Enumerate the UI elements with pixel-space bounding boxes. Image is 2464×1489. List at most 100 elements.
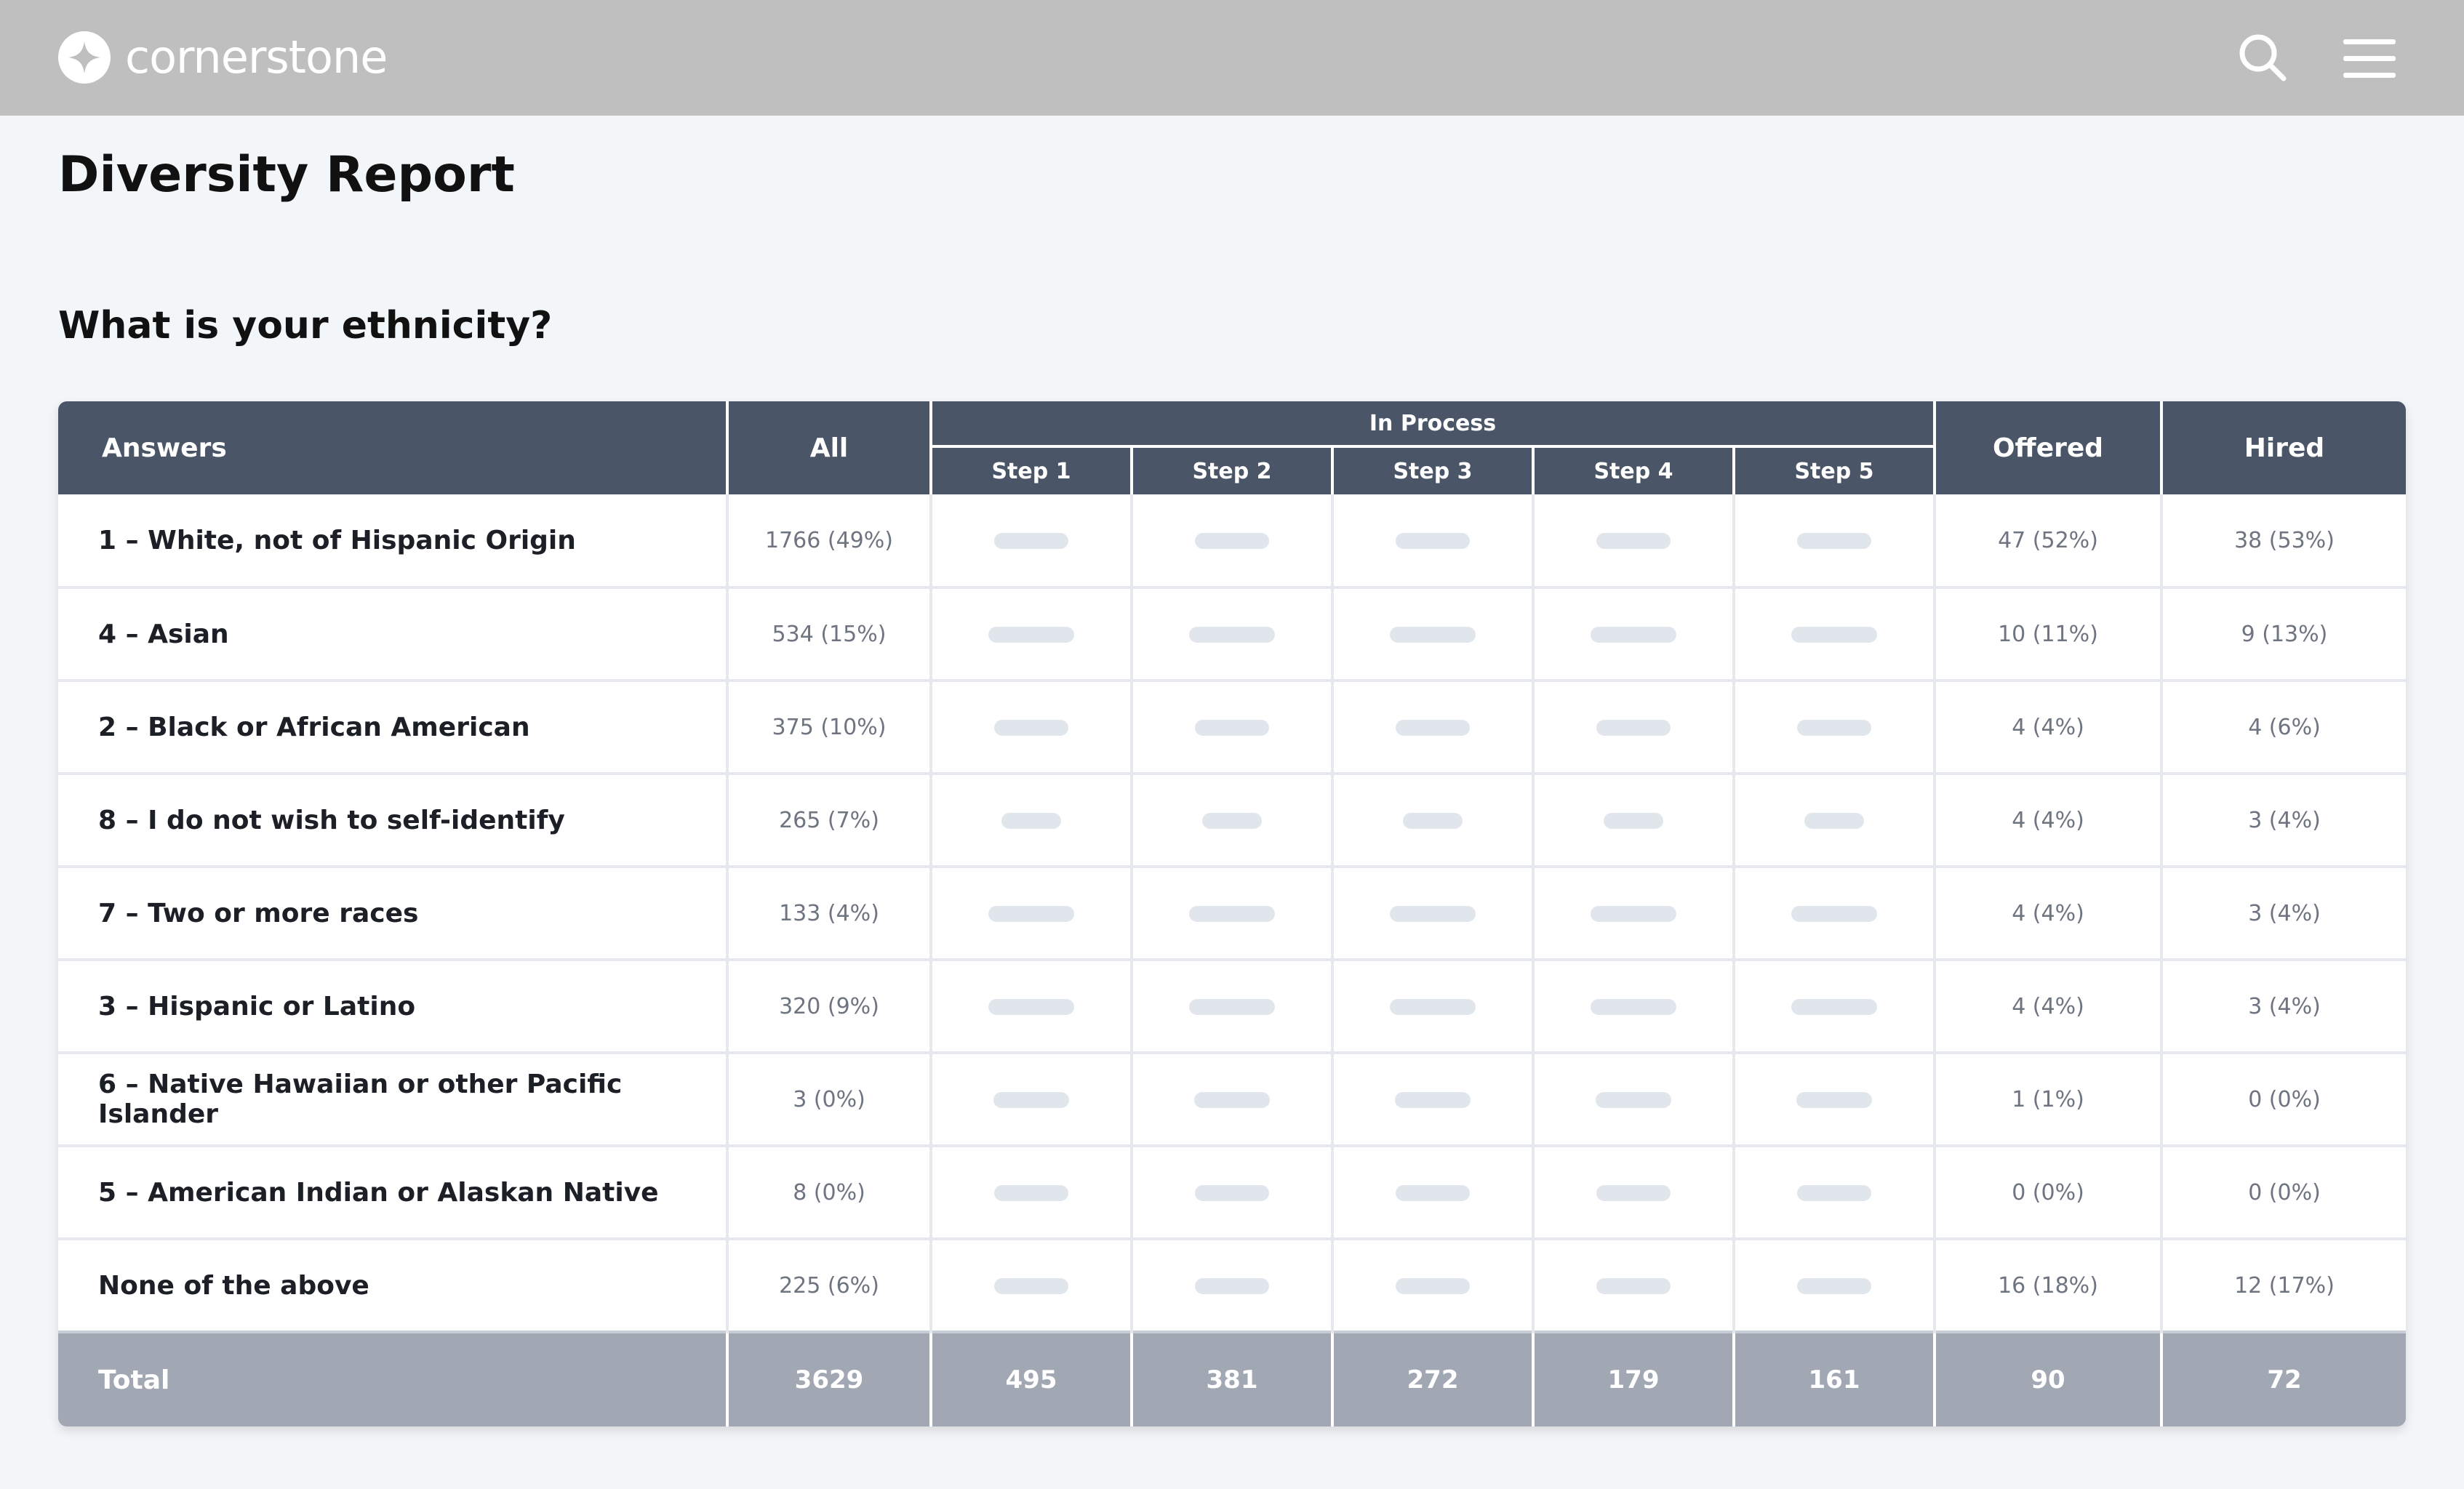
loading-placeholder-bar — [1195, 533, 1269, 549]
step-cell — [1130, 1144, 1332, 1239]
step-cell — [1732, 772, 1935, 867]
offered-cell: 0 (0%) — [1933, 1144, 2161, 1239]
step-cell — [1331, 865, 1533, 960]
top-bar: cornerstone — [0, 0, 2464, 116]
table-row: 2 – Black or African American 375 (10%) … — [58, 679, 2406, 774]
offered-cell: 4 (4%) — [1933, 865, 2161, 960]
loading-placeholder-bar — [1796, 1092, 1872, 1108]
step-cell — [929, 772, 1132, 867]
header-answers: Answers — [58, 401, 727, 494]
loading-placeholder-bar — [1390, 906, 1476, 922]
total-step-2: 381 — [1130, 1331, 1332, 1426]
all-cell: 8 (0%) — [726, 1144, 931, 1239]
table-row: 6 – Native Hawaiian or other Pacific Isl… — [58, 1051, 2406, 1146]
step-cell — [1331, 1051, 1533, 1146]
step-cell — [929, 958, 1132, 1053]
answer-cell: 1 – White, not of Hispanic Origin — [58, 494, 727, 587]
hired-cell: 9 (13%) — [2160, 586, 2406, 681]
loading-placeholder-bar — [1791, 999, 1877, 1015]
page-title: Diversity Report — [58, 146, 515, 204]
header-step-2: Step 2 — [1130, 446, 1332, 494]
step-cell — [1130, 679, 1332, 774]
all-cell: 1766 (49%) — [726, 494, 931, 587]
brand-name: cornerstone — [125, 31, 388, 84]
table-row: None of the above 225 (6%) 16 (18%) 12 (… — [58, 1237, 2406, 1332]
step-cell — [1331, 772, 1533, 867]
hired-cell: 3 (4%) — [2160, 865, 2406, 960]
answer-cell: 8 – I do not wish to self-identify — [58, 772, 727, 867]
search-icon[interactable] — [2234, 29, 2292, 87]
loading-placeholder-bar — [1591, 999, 1676, 1015]
answer-cell: 7 – Two or more races — [58, 865, 727, 960]
step-cell — [1532, 865, 1734, 960]
loading-placeholder-bar — [1195, 1185, 1269, 1201]
offered-cell: 4 (4%) — [1933, 772, 2161, 867]
offered-cell: 4 (4%) — [1933, 679, 2161, 774]
loading-placeholder-bar — [1189, 906, 1275, 922]
loading-placeholder-bar — [1390, 999, 1476, 1015]
hired-cell: 38 (53%) — [2160, 494, 2406, 587]
total-hired: 72 — [2160, 1331, 2406, 1426]
step-cell — [1732, 1237, 1935, 1332]
step-cell — [1532, 958, 1734, 1053]
brand[interactable]: cornerstone — [58, 31, 388, 84]
loading-placeholder-bar — [1189, 627, 1275, 643]
step-cell — [1331, 1144, 1533, 1239]
loading-placeholder-bar — [993, 1092, 1069, 1108]
hamburger-menu-icon[interactable] — [2340, 29, 2399, 87]
loading-placeholder-bar — [994, 1185, 1068, 1201]
loading-placeholder-bar — [1797, 533, 1871, 549]
table-row: 3 – Hispanic or Latino 320 (9%) 4 (4%) 3… — [58, 958, 2406, 1053]
table-row: 4 – Asian 534 (15%) 10 (11%) 9 (13%) — [58, 586, 2406, 681]
table-row: 8 – I do not wish to self-identify 265 (… — [58, 772, 2406, 867]
all-cell: 225 (6%) — [726, 1237, 931, 1332]
loading-placeholder-bar — [1395, 1092, 1471, 1108]
all-cell: 534 (15%) — [726, 586, 931, 681]
question-heading: What is your ethnicity? — [58, 304, 553, 348]
all-cell: 320 (9%) — [726, 958, 931, 1053]
table-row: 1 – White, not of Hispanic Origin 1766 (… — [58, 494, 2406, 587]
step-cell — [1130, 494, 1332, 587]
step-cell — [1130, 1051, 1332, 1146]
loading-placeholder-bar — [1797, 1278, 1871, 1294]
hired-cell: 12 (17%) — [2160, 1237, 2406, 1332]
header-step-5: Step 5 — [1732, 446, 1935, 494]
loading-placeholder-bar — [1403, 813, 1463, 829]
loading-placeholder-bar — [1797, 720, 1871, 736]
loading-placeholder-bar — [1596, 1092, 1671, 1108]
step-cell — [1732, 865, 1935, 960]
header-step-3: Step 3 — [1331, 446, 1533, 494]
step-cell — [1331, 679, 1533, 774]
loading-placeholder-bar — [1202, 813, 1262, 829]
loading-placeholder-bar — [988, 999, 1074, 1015]
cornerstone-logo-icon — [58, 31, 111, 84]
step-cell — [929, 1237, 1132, 1332]
loading-placeholder-bar — [1194, 1092, 1270, 1108]
all-cell: 375 (10%) — [726, 679, 931, 774]
loading-placeholder-bar — [1396, 533, 1470, 549]
step-cell — [1732, 494, 1935, 587]
loading-placeholder-bar — [988, 627, 1074, 643]
all-cell: 265 (7%) — [726, 772, 931, 867]
loading-placeholder-bar — [1596, 533, 1671, 549]
header-in-process: In Process — [929, 401, 1935, 448]
answer-cell: 6 – Native Hawaiian or other Pacific Isl… — [58, 1051, 727, 1146]
loading-placeholder-bar — [1189, 999, 1275, 1015]
loading-placeholder-bar — [1396, 1278, 1470, 1294]
total-step-3: 272 — [1331, 1331, 1533, 1426]
step-cell — [1732, 586, 1935, 681]
step-cell — [1331, 494, 1533, 587]
offered-cell: 1 (1%) — [1933, 1051, 2161, 1146]
hired-cell: 0 (0%) — [2160, 1144, 2406, 1239]
total-label: Total — [58, 1331, 727, 1426]
loading-placeholder-bar — [1797, 1185, 1871, 1201]
total-offered: 90 — [1933, 1331, 2161, 1426]
offered-cell: 16 (18%) — [1933, 1237, 2161, 1332]
step-cell — [1130, 1237, 1332, 1332]
loading-placeholder-bar — [1390, 627, 1476, 643]
all-cell: 133 (4%) — [726, 865, 931, 960]
loading-placeholder-bar — [1596, 720, 1671, 736]
loading-placeholder-bar — [1591, 627, 1676, 643]
loading-placeholder-bar — [1804, 813, 1864, 829]
offered-cell: 47 (52%) — [1933, 494, 2161, 587]
